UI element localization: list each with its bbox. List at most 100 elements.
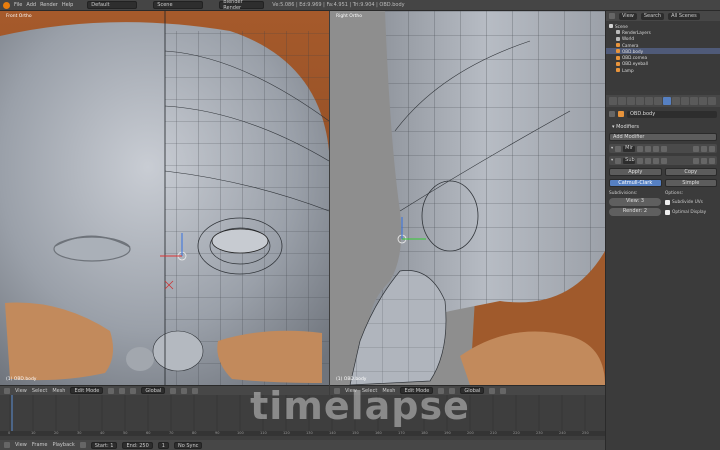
outliner-tab-scenes[interactable]: All Scenes [668,12,700,20]
outliner-item-lamp[interactable]: Lamp [606,67,720,73]
right-panel: View Search All Scenes Scene RenderLayer… [605,11,720,450]
editor-type-icon[interactable] [4,442,10,448]
blender-logo-icon[interactable] [3,1,10,9]
subdivisions-column: Subdivisions: View: 3 Render: 2 [609,191,661,216]
front-view-canvas[interactable] [0,11,329,385]
renderlayers-icon [616,30,620,35]
move-up-icon[interactable] [693,145,699,152]
record-icon[interactable] [79,442,86,448]
menu-help[interactable]: Help [62,2,73,8]
modifiers-tab-icon[interactable] [663,97,671,105]
render-layers-tab-icon[interactable] [618,97,626,105]
outliner[interactable]: Scene RenderLayers World Camera OBD.body… [606,21,720,91]
subdivide-uvs-label: Subdivide UVs [672,199,703,205]
subdivide-uvs-checkbox[interactable]: Subdivide UVs [665,198,717,206]
editor-type-icon[interactable] [609,13,615,19]
mirror-modifier-header[interactable]: ▾ Mir [609,144,717,153]
catmull-clark-button[interactable]: Catmull-Clark [609,179,662,187]
outliner-label: Lamp [622,67,634,73]
optimal-display-checkbox[interactable]: Optimal Display [665,208,717,216]
outliner-label: World [622,36,635,42]
close-icon[interactable] [709,145,715,152]
current-frame-field[interactable]: 1 [157,441,169,449]
subsurf-icon [615,157,622,164]
move-down-icon[interactable] [701,157,707,164]
editmode-toggle-icon[interactable] [653,157,660,164]
render-toggle-icon[interactable] [637,145,644,152]
subsurf-modifier-name[interactable]: Sub [623,157,636,164]
scene-name: Scene [157,2,173,8]
view-levels-field[interactable]: View: 3 [609,198,661,206]
outliner-label: Scene [615,23,628,29]
viewport-right[interactable]: Right Ortho (1) OBD.body [330,11,605,385]
ruler-tick: 70 [169,431,174,435]
realtime-toggle-icon[interactable] [645,145,652,152]
timeline-menu-playback[interactable]: Playback [52,442,74,448]
start-frame-field[interactable]: Start: 1 [90,441,118,449]
outliner-label: OBD.body [622,48,644,54]
modifiers-panel-title[interactable]: ▾ Modifiers [612,123,717,131]
object-name-field[interactable]: OBD.body [627,110,717,118]
apply-button[interactable]: Apply [609,168,662,176]
ruler-tick: 200 [467,431,474,435]
outliner-tab-view[interactable]: View [619,12,637,20]
timeline-ruler: 0 10 20 30 40 50 60 70 80 90 100 110 120… [0,431,605,436]
front-view-object: (1) OBD.body [6,377,37,382]
data-tab-icon[interactable] [672,97,680,105]
end-frame-field[interactable]: End: 250 [122,441,153,449]
editmode-toggle-icon[interactable] [653,145,660,152]
ruler-tick: 210 [490,431,497,435]
timeline-menu-frame[interactable]: Frame [32,442,48,448]
outliner-label: RenderLayers [622,29,651,35]
menu-add[interactable]: Add [26,2,36,8]
move-up-icon[interactable] [693,157,699,164]
scene-tab-icon[interactable] [627,97,635,105]
move-down-icon[interactable] [701,145,707,152]
cage-toggle-icon[interactable] [661,145,668,152]
subsurf-modifier-header[interactable]: ▾ Sub [609,156,717,165]
ruler-tick: 170 [398,431,405,435]
expand-arrow-icon[interactable]: ▾ [611,158,613,163]
texture-tab-icon[interactable] [690,97,698,105]
menu-file[interactable]: File [14,2,22,8]
add-modifier-dropdown[interactable]: Add Modifier [609,133,717,141]
sync-selector[interactable]: No Sync [173,441,203,449]
realtime-toggle-icon[interactable] [645,157,652,164]
copy-button[interactable]: Copy [664,168,717,176]
ruler-tick: 150 [352,431,359,435]
expand-arrow-icon[interactable]: ▾ [611,146,613,151]
object-tab-icon[interactable] [645,97,653,105]
layout-selector[interactable]: Default [87,1,138,9]
mesh-icon [616,49,620,54]
scene-selector[interactable]: Scene [153,1,204,9]
simple-button[interactable]: Simple [664,179,717,187]
pin-icon[interactable] [609,111,615,117]
ruler-tick: 0 [8,431,11,435]
timeline-menu-view[interactable]: View [15,442,27,448]
material-tab-icon[interactable] [681,97,689,105]
constraints-tab-icon[interactable] [654,97,662,105]
outliner-tab-search[interactable]: Search [640,12,665,20]
ruler-tick: 250 [582,431,589,435]
render-engine-selector[interactable]: Blender Render [219,0,265,11]
cage-toggle-icon[interactable] [661,157,668,164]
render-toggle-icon[interactable] [637,157,644,164]
ruler-tick: 120 [283,431,290,435]
timeline-header: View Frame Playback Start: 1 End: 250 1 … [0,440,605,450]
world-icon [616,36,620,41]
scene-stats: Ve:5.086 | Ed:9.969 | Fa:4.951 | Tri:9.9… [272,2,405,8]
ruler-tick: 130 [306,431,313,435]
menu-render[interactable]: Render [40,2,58,8]
right-view-canvas[interactable] [330,11,605,385]
render-levels-field[interactable]: Render: 2 [609,208,661,216]
physics-tab-icon[interactable] [708,97,716,105]
wrench-icon [615,145,622,152]
close-icon[interactable] [709,157,715,164]
render-tab-icon[interactable] [609,97,617,105]
world-tab-icon[interactable] [636,97,644,105]
ruler-tick: 20 [54,431,59,435]
mirror-modifier-name[interactable]: Mir [623,145,636,152]
particles-tab-icon[interactable] [699,97,707,105]
top-bar: File Add Render Help Default Scene Blend… [0,0,720,11]
viewport-front[interactable]: Front Ortho (1) OBD.body [0,11,329,385]
